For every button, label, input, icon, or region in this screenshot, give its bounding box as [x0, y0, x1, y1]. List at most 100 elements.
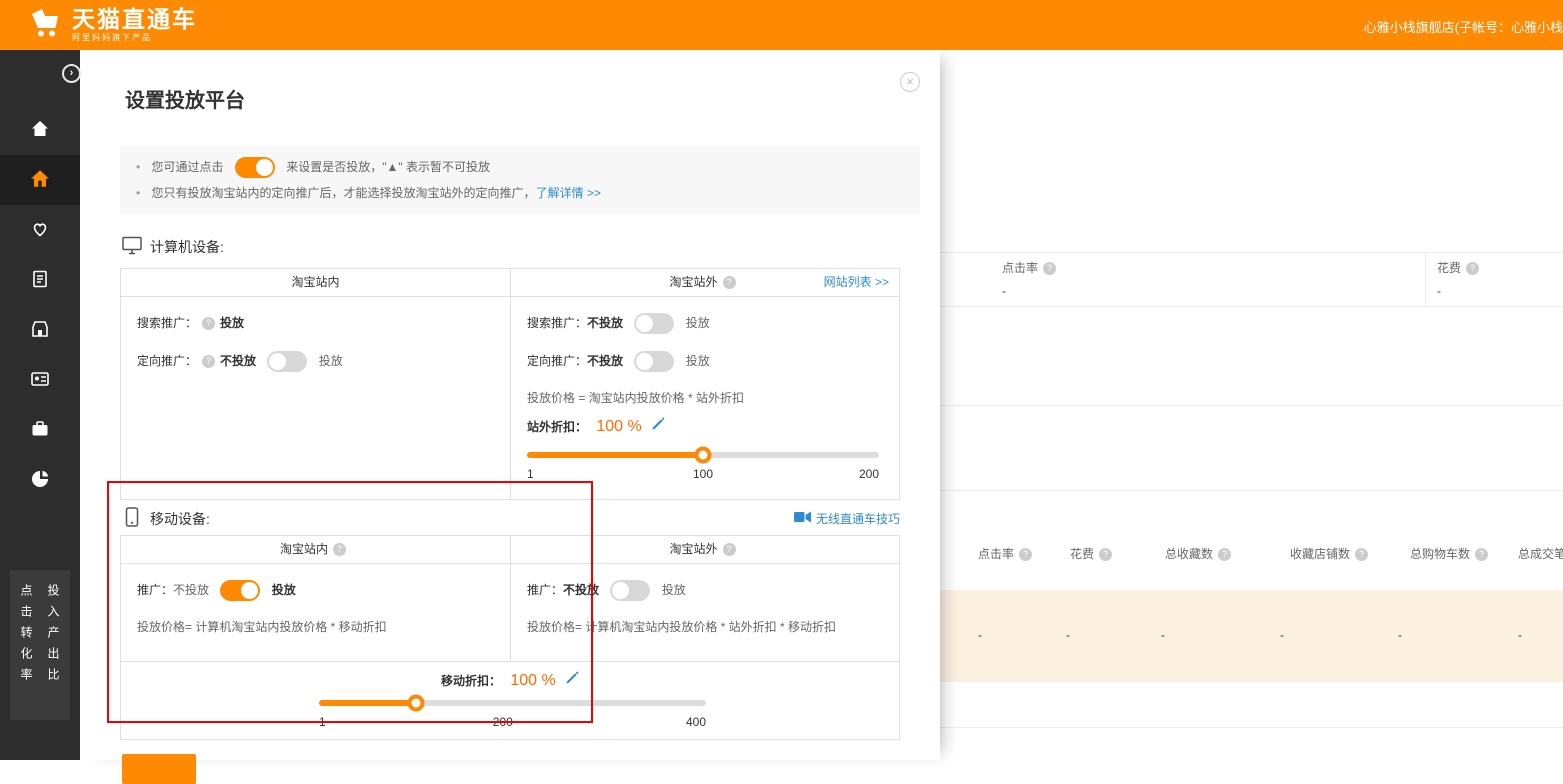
modal-title: 设置投放平台 [125, 84, 245, 113]
help-icon[interactable] [1218, 548, 1231, 561]
target-offsite-toggle[interactable] [634, 351, 674, 372]
sidebar-item-home[interactable] [0, 105, 80, 155]
section-title: 计算机设备: [150, 237, 224, 257]
column-header: 总购物车数 [1410, 545, 1493, 562]
mobile-offsite-toggle[interactable] [610, 580, 650, 601]
stat-value: - [1437, 284, 1484, 298]
help-icon[interactable] [202, 355, 215, 368]
report-table-header: 点击率 花费 总收藏数 收藏店铺数 总购物车数 总成交笔 [940, 545, 1563, 565]
edit-pencil-icon[interactable] [565, 674, 579, 688]
offsite-discount-slider[interactable] [527, 452, 879, 458]
divider [940, 405, 1563, 406]
cart-logo-icon [28, 6, 64, 43]
help-icon[interactable] [1043, 262, 1056, 275]
app-title: 天猫直通车 [72, 7, 197, 32]
close-icon[interactable] [900, 72, 920, 92]
sidebar-item-shop[interactable] [0, 305, 80, 355]
slider-handle[interactable] [695, 447, 712, 464]
divider [1425, 253, 1426, 306]
slider-labels: 1 200 400 [319, 715, 706, 731]
notice-line-1: 您可通过点击 来设置是否投放，"▲" 表示暂不可投放 [136, 154, 904, 180]
mobile-onsite-toggle[interactable] [220, 580, 260, 601]
mobile-section-header: 移动设备: [122, 507, 210, 530]
target-promo-row: 定向推广：不投放 投放 [137, 351, 494, 371]
stat-label: 点击率 [1002, 261, 1038, 275]
price-formula: 投放价格 = 淘宝站内投放价格 * 站外折扣 [527, 389, 883, 406]
heart-icon [30, 219, 50, 242]
offsite-discount-row: 站外折扣： 100 % [527, 416, 883, 438]
search-offsite-toggle[interactable] [634, 313, 674, 334]
stat-label: 花费 [1437, 261, 1461, 275]
help-icon[interactable] [1099, 548, 1112, 561]
document-icon [30, 269, 50, 292]
mobile-onsite-cell: 推广：不投放 投放 投放价格= 计算机淘宝站内投放价格 * 移动折扣 [121, 564, 511, 661]
column-header: 总收藏数 [1165, 545, 1236, 562]
cell-value: - [1161, 628, 1165, 642]
platform-settings-modal: 设置投放平台 您可通过点击 来设置是否投放，"▲" 表示暂不可投放 您只有投放淘… [80, 50, 940, 760]
column-header: 点击率 [978, 545, 1037, 562]
divider [940, 490, 1563, 491]
wireless-tips-link[interactable]: 无线直通车技巧 [794, 510, 900, 527]
column-header-offsite: 淘宝站外 网站列表 >> [511, 269, 899, 296]
sidebar-item-tools[interactable] [0, 405, 80, 455]
help-icon[interactable] [333, 543, 346, 556]
example-toggle[interactable] [235, 157, 275, 178]
search-promo-row: 搜索推广：不投放 投放 [527, 313, 883, 333]
promo-row: 推广：不投放 投放 [527, 580, 883, 600]
sidebar-metrics: 点击转化率 投入产出比 [10, 570, 70, 720]
column-header-onsite: 淘宝站内 [121, 269, 511, 296]
divider [940, 727, 1563, 728]
sidebar-item-statistics[interactable] [0, 455, 80, 505]
report-table-row: - - - - - - [940, 628, 1563, 648]
column-header: 总成交笔 [1518, 545, 1563, 562]
help-icon[interactable] [1466, 262, 1479, 275]
column-header: 收藏店铺数 [1290, 545, 1373, 562]
help-icon[interactable] [723, 543, 736, 556]
confirm-button[interactable] [122, 754, 196, 784]
cell-value: - [978, 628, 982, 642]
sidebar: 点击转化率 投入产出比 [0, 50, 80, 760]
notice-box: 您可通过点击 来设置是否投放，"▲" 表示暂不可投放 您只有投放淘宝站内的定向推… [120, 146, 920, 214]
sidebar-item-campaign[interactable] [0, 155, 80, 205]
sidebar-item-favorites[interactable] [0, 205, 80, 255]
mobile-discount-row: 移动折扣： 100 % [121, 670, 899, 692]
metric-click-conversion: 点击转化率 [18, 584, 35, 720]
target-onsite-toggle[interactable] [267, 351, 307, 372]
cell-value: - [1066, 628, 1070, 642]
help-icon[interactable] [1019, 548, 1032, 561]
sidebar-item-account[interactable] [0, 355, 80, 405]
sidebar-item-report[interactable] [0, 255, 80, 305]
help-icon[interactable] [1475, 548, 1488, 561]
logo[interactable]: 天猫直通车 阿里妈妈旗下产品 [28, 6, 197, 43]
help-icon[interactable] [1355, 548, 1368, 561]
slider-handle[interactable] [407, 695, 424, 712]
background-page: 点击率 - 花费 - 点击率 花费 总收藏数 收藏店铺数 总购物车数 总成交笔 … [940, 50, 1563, 760]
store-icon [30, 319, 50, 342]
mobile-table: 淘宝站内 淘宝站外 推广：不投放 投放 投放价格= 计算机淘宝站内投放价格 * … [120, 535, 900, 740]
column-header-onsite: 淘宝站内 [121, 536, 511, 563]
edit-pencil-icon[interactable] [651, 420, 665, 434]
price-formula: 投放价格= 计算机淘宝站内投放价格 * 站外折扣 * 移动折扣 [527, 618, 883, 635]
help-icon[interactable] [723, 276, 736, 289]
stat-cost: 花费 - [1437, 259, 1484, 298]
notice-line-2: 您只有投放淘宝站内的定向推广后，才能选择投放淘宝站外的定向推广，了解详情 >> [136, 180, 904, 206]
help-icon[interactable] [202, 317, 215, 330]
website-list-link[interactable]: 网站列表 >> [824, 269, 889, 296]
account-name[interactable]: 心雅小栈旗舰店(子帐号：心雅小栈 [1364, 17, 1563, 36]
computer-offsite-cell: 搜索推广：不投放 投放 定向推广：不投放 投放 投放价格 = 淘宝站内投放价格 … [511, 297, 899, 499]
briefcase-icon [30, 419, 50, 442]
stats-band: 点击率 - 花费 - [940, 252, 1563, 307]
cell-value: - [1518, 628, 1522, 642]
learn-more-link[interactable]: 了解详情 >> [536, 186, 601, 200]
mobile-discount-panel: 移动折扣： 100 % 1 200 400 [121, 661, 899, 739]
idcard-icon [30, 369, 50, 392]
home-icon [30, 119, 50, 142]
top-bar: 天猫直通车 阿里妈妈旗下产品 心雅小栈旗舰店(子帐号：心雅小栈 [0, 0, 1563, 50]
section-title: 移动设备: [150, 509, 210, 529]
promo-row: 推广：不投放 投放 [137, 580, 494, 600]
mobile-discount-slider[interactable] [319, 700, 706, 706]
computer-onsite-cell: 搜索推广：投放 定向推广：不投放 投放 [121, 297, 511, 499]
cell-value: - [1398, 628, 1402, 642]
sidebar-collapse-icon[interactable] [62, 64, 81, 83]
computer-table: 淘宝站内 淘宝站外 网站列表 >> 搜索推广：投放 定向推广：不投放 投放 搜索… [120, 268, 900, 500]
